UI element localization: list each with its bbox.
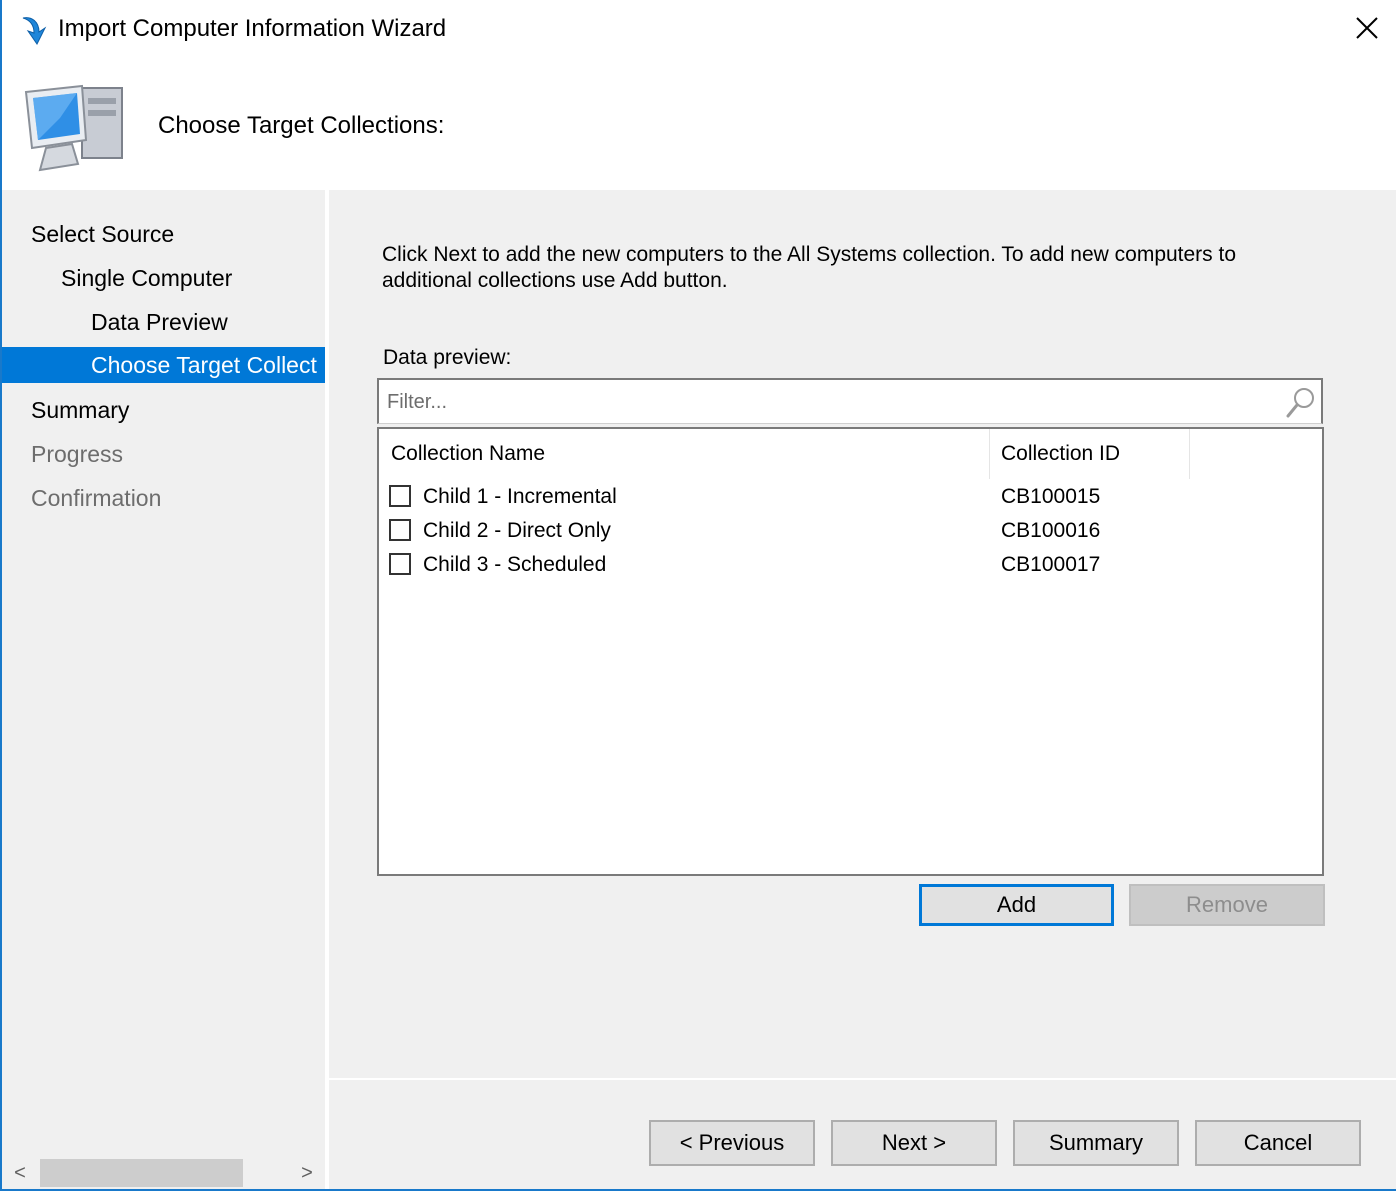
column-divider[interactable] bbox=[989, 429, 990, 479]
wizard-header: Choose Target Collections: bbox=[2, 60, 1396, 190]
page-title: Choose Target Collections: bbox=[158, 112, 445, 139]
nav-item-choose-target-collections[interactable]: Choose Target Collect bbox=[2, 347, 325, 383]
search-icon[interactable] bbox=[1285, 386, 1317, 425]
filter-input[interactable] bbox=[387, 388, 1267, 416]
close-button[interactable] bbox=[1338, 0, 1394, 58]
collection-name: Child 2 - Direct Only bbox=[423, 519, 611, 542]
nav-item-label: Single Computer bbox=[61, 265, 233, 291]
filter-box bbox=[377, 378, 1323, 424]
column-divider[interactable] bbox=[1189, 429, 1190, 479]
nav-item-data-preview[interactable]: Data Preview bbox=[2, 304, 325, 340]
nav-item-label: Progress bbox=[31, 441, 124, 467]
previous-button[interactable]: < Previous bbox=[649, 1120, 815, 1166]
title-bar: Import Computer Information Wizard bbox=[2, 0, 1396, 60]
wizard-step-nav: Select Source Single Computer Data Previ… bbox=[2, 190, 325, 1157]
column-header-collection-name[interactable]: Collection Name bbox=[391, 429, 545, 479]
instruction-text: Click Next to add the new computers to t… bbox=[382, 243, 1237, 292]
nav-item-single-computer[interactable]: Single Computer bbox=[2, 260, 325, 296]
window-title: Import Computer Information Wizard bbox=[58, 15, 447, 42]
wizard-arrow-icon bbox=[20, 14, 50, 46]
column-header-collection-id[interactable]: Collection ID bbox=[1001, 429, 1120, 479]
nav-item-confirmation: Confirmation bbox=[2, 480, 325, 516]
cancel-button[interactable]: Cancel bbox=[1195, 1120, 1361, 1166]
collections-list: Collection Name Collection ID Child 1 - … bbox=[377, 427, 1324, 876]
table-row[interactable]: Child 3 - Scheduled CB100017 bbox=[379, 548, 1322, 582]
add-button[interactable]: Add bbox=[919, 884, 1114, 926]
row-checkbox[interactable] bbox=[389, 553, 411, 575]
table-row[interactable]: Child 1 - Incremental CB100015 bbox=[379, 480, 1322, 514]
collection-id: CB100015 bbox=[1001, 485, 1101, 508]
nav-item-label: Data Preview bbox=[91, 309, 228, 335]
next-button[interactable]: Next > bbox=[831, 1120, 997, 1166]
nav-item-summary[interactable]: Summary bbox=[2, 392, 325, 428]
close-icon bbox=[1356, 17, 1378, 39]
table-row[interactable]: Child 2 - Direct Only CB100016 bbox=[379, 514, 1322, 548]
scroll-right-arrow-icon[interactable]: > bbox=[289, 1157, 325, 1189]
wizard-footer: < Previous Next > Summary Cancel bbox=[329, 1078, 1396, 1189]
collection-id: CB100016 bbox=[1001, 519, 1101, 542]
collection-id: CB100017 bbox=[1001, 553, 1101, 576]
main-content: Click Next to add the new computers to t… bbox=[329, 190, 1396, 1078]
row-checkbox[interactable] bbox=[389, 519, 411, 541]
scroll-left-arrow-icon[interactable]: < bbox=[2, 1157, 38, 1189]
row-checkbox[interactable] bbox=[389, 485, 411, 507]
computer-icon bbox=[20, 78, 130, 178]
wizard-window: Import Computer Information Wizard Choos… bbox=[0, 0, 1396, 1191]
nav-item-label: Choose Target Collect bbox=[91, 352, 317, 378]
nav-horizontal-scrollbar[interactable]: < > bbox=[2, 1157, 325, 1189]
data-preview-label: Data preview: bbox=[383, 346, 512, 369]
nav-item-label: Summary bbox=[31, 397, 130, 423]
nav-item-progress: Progress bbox=[2, 436, 325, 472]
nav-item-label: Select Source bbox=[31, 221, 175, 247]
summary-button[interactable]: Summary bbox=[1013, 1120, 1179, 1166]
collection-name: Child 1 - Incremental bbox=[423, 485, 617, 508]
nav-item-label: Confirmation bbox=[31, 485, 162, 511]
remove-button: Remove bbox=[1129, 884, 1325, 926]
scrollbar-thumb[interactable] bbox=[40, 1159, 243, 1187]
collection-name: Child 3 - Scheduled bbox=[423, 553, 607, 576]
nav-item-select-source[interactable]: Select Source bbox=[2, 216, 325, 252]
